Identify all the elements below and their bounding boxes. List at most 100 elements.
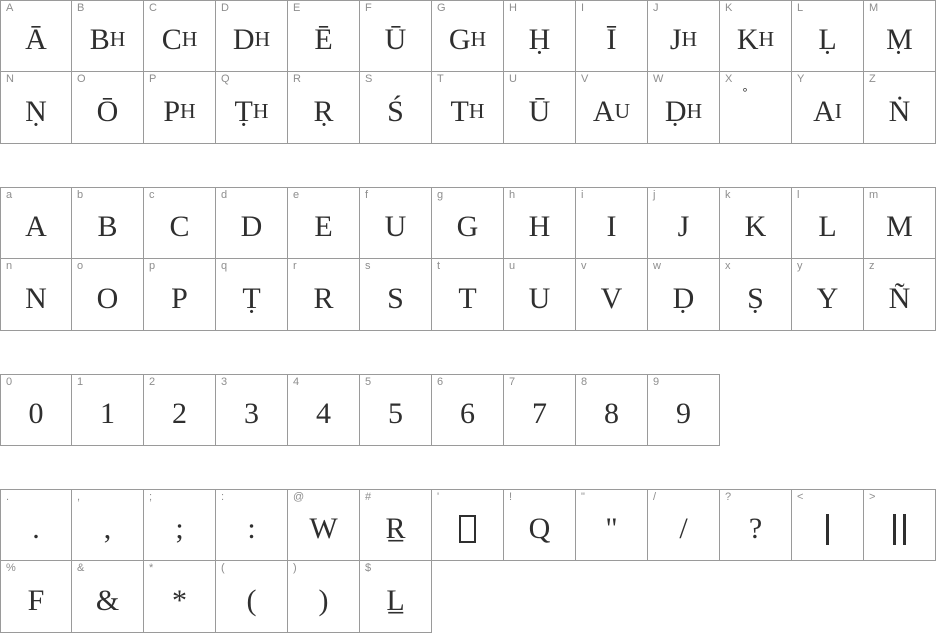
char-cell[interactable]: mM <box>864 187 936 259</box>
char-cell[interactable]: yY <box>792 259 864 331</box>
char-cell[interactable]: fU <box>360 187 432 259</box>
char-cell[interactable]: TTH <box>432 72 504 144</box>
char-cell[interactable]: # R̲ <box>360 489 432 561</box>
glyph-base: R̲ <box>385 512 406 545</box>
glyph-preview: Ṃ <box>864 13 935 71</box>
glyph-preview: , <box>72 502 143 560</box>
char-cell[interactable]: hH <box>504 187 576 259</box>
char-cell[interactable]: WḌH <box>648 72 720 144</box>
char-cell[interactable]: gG <box>432 187 504 259</box>
char-cell[interactable]: (( <box>216 561 288 633</box>
char-cell[interactable]: EĒ <box>288 0 360 72</box>
char-cell[interactable]: NṆ <box>0 72 72 144</box>
glyph-preview: KH <box>720 13 791 71</box>
char-cell[interactable]: cC <box>144 187 216 259</box>
glyph-preview: Ḷ <box>792 13 863 71</box>
char-cell[interactable]: BBH <box>72 0 144 72</box>
char-cell[interactable]: LḶ <box>792 0 864 72</box>
char-cell[interactable]: CCH <box>144 0 216 72</box>
char-cell[interactable]: > <box>864 489 936 561</box>
char-cell[interactable]: ;; <box>144 489 216 561</box>
char-cell[interactable]: .. <box>0 489 72 561</box>
glyph-preview: Ū <box>504 84 575 143</box>
char-cell[interactable]: eE <box>288 187 360 259</box>
char-cell[interactable]: < <box>792 489 864 561</box>
char-cell[interactable]: X ˚ <box>720 72 792 144</box>
char-cell[interactable]: / / <box>648 489 720 561</box>
char-cell[interactable]: 99 <box>648 374 720 446</box>
char-cell[interactable]: 44 <box>288 374 360 446</box>
char-cell[interactable]: ! Q <box>504 489 576 561</box>
glyph-base: * <box>172 583 187 617</box>
char-cell[interactable]: 77 <box>504 374 576 446</box>
char-cell[interactable]: ZṄ <box>864 72 936 144</box>
glyph-base: Ṛ <box>313 94 334 128</box>
char-cell[interactable]: oO <box>72 259 144 331</box>
char-cell[interactable]: xṢ <box>720 259 792 331</box>
char-cell[interactable]: )) <box>288 561 360 633</box>
char-cell[interactable]: 88 <box>576 374 648 446</box>
char-cell[interactable]: 00 <box>0 374 72 446</box>
char-cell[interactable]: tT <box>432 259 504 331</box>
char-cell[interactable]: VAU <box>576 72 648 144</box>
glyph-preview: ) <box>288 573 359 632</box>
char-cell[interactable]: 66 <box>432 374 504 446</box>
glyph-preview: : <box>216 502 287 560</box>
char-cell[interactable]: HḤ <box>504 0 576 72</box>
char-cell[interactable]: YAI <box>792 72 864 144</box>
char-cell[interactable]: 55 <box>360 374 432 446</box>
char-cell[interactable]: 11 <box>72 374 144 446</box>
char-cell[interactable]: UŪ <box>504 72 576 144</box>
char-cell[interactable]: OŌ <box>72 72 144 144</box>
char-cell[interactable]: DDH <box>216 0 288 72</box>
char-cell[interactable]: ' <box>432 489 504 561</box>
char-cell[interactable]: @ W <box>288 489 360 561</box>
char-cell[interactable]: $ L̲ <box>360 561 432 633</box>
char-cell[interactable]: GGH <box>432 0 504 72</box>
char-cell[interactable]: uU <box>504 259 576 331</box>
glyph-preview: M <box>864 200 935 258</box>
glyph-preview: O <box>72 271 143 330</box>
char-cell[interactable]: bB <box>72 187 144 259</box>
char-cell[interactable]: aA <box>0 187 72 259</box>
char-cell[interactable]: AĀ <box>0 0 72 72</box>
char-cell[interactable]: SŚ <box>360 72 432 144</box>
char-cell[interactable]: lL <box>792 187 864 259</box>
char-cell[interactable]: 33 <box>216 374 288 446</box>
char-cell[interactable]: dD <box>216 187 288 259</box>
char-cell[interactable]: sS <box>360 259 432 331</box>
char-cell[interactable]: vV <box>576 259 648 331</box>
char-cell[interactable]: PPH <box>144 72 216 144</box>
char-cell[interactable]: jJ <box>648 187 720 259</box>
glyph-base: 2 <box>172 397 187 430</box>
char-cell[interactable]: FŪ <box>360 0 432 72</box>
char-cell[interactable]: RṚ <box>288 72 360 144</box>
char-cell[interactable]: pP <box>144 259 216 331</box>
char-cell[interactable]: & & <box>72 561 144 633</box>
char-cell[interactable]: zÑ <box>864 259 936 331</box>
char-cell[interactable]: JJH <box>648 0 720 72</box>
char-cell[interactable]: rR <box>288 259 360 331</box>
char-cell[interactable]: " " <box>576 489 648 561</box>
char-cell[interactable]: % F <box>0 561 72 633</box>
charmap-row: N Ṇ O Ō P P H Q Ṭ H R Ṛ S Ś T T H U Ū V A U W Ḍ H X ˚ Y A I Z Ṅ <box>0 72 936 144</box>
glyph-preview: N <box>1 271 71 330</box>
glyph-base: " <box>605 512 618 545</box>
char-cell[interactable]: ,, <box>72 489 144 561</box>
glyph-base: Ṣ <box>747 281 764 315</box>
char-cell[interactable]: kK <box>720 187 792 259</box>
char-cell[interactable]: IĪ <box>576 0 648 72</box>
char-cell[interactable]: qṬ <box>216 259 288 331</box>
char-cell[interactable]: ?? <box>720 489 792 561</box>
char-cell[interactable]: QṬH <box>216 72 288 144</box>
glyph-preview: E <box>288 200 359 258</box>
char-cell[interactable]: KKH <box>720 0 792 72</box>
char-cell[interactable]: wḌ <box>648 259 720 331</box>
char-cell[interactable]: MṂ <box>864 0 936 72</box>
char-cell[interactable]: nN <box>0 259 72 331</box>
char-cell[interactable]: iI <box>576 187 648 259</box>
char-cell[interactable]: 22 <box>144 374 216 446</box>
char-cell[interactable]: * * <box>144 561 216 633</box>
char-cell[interactable]: :: <box>216 489 288 561</box>
glyph-base: C <box>161 23 182 56</box>
